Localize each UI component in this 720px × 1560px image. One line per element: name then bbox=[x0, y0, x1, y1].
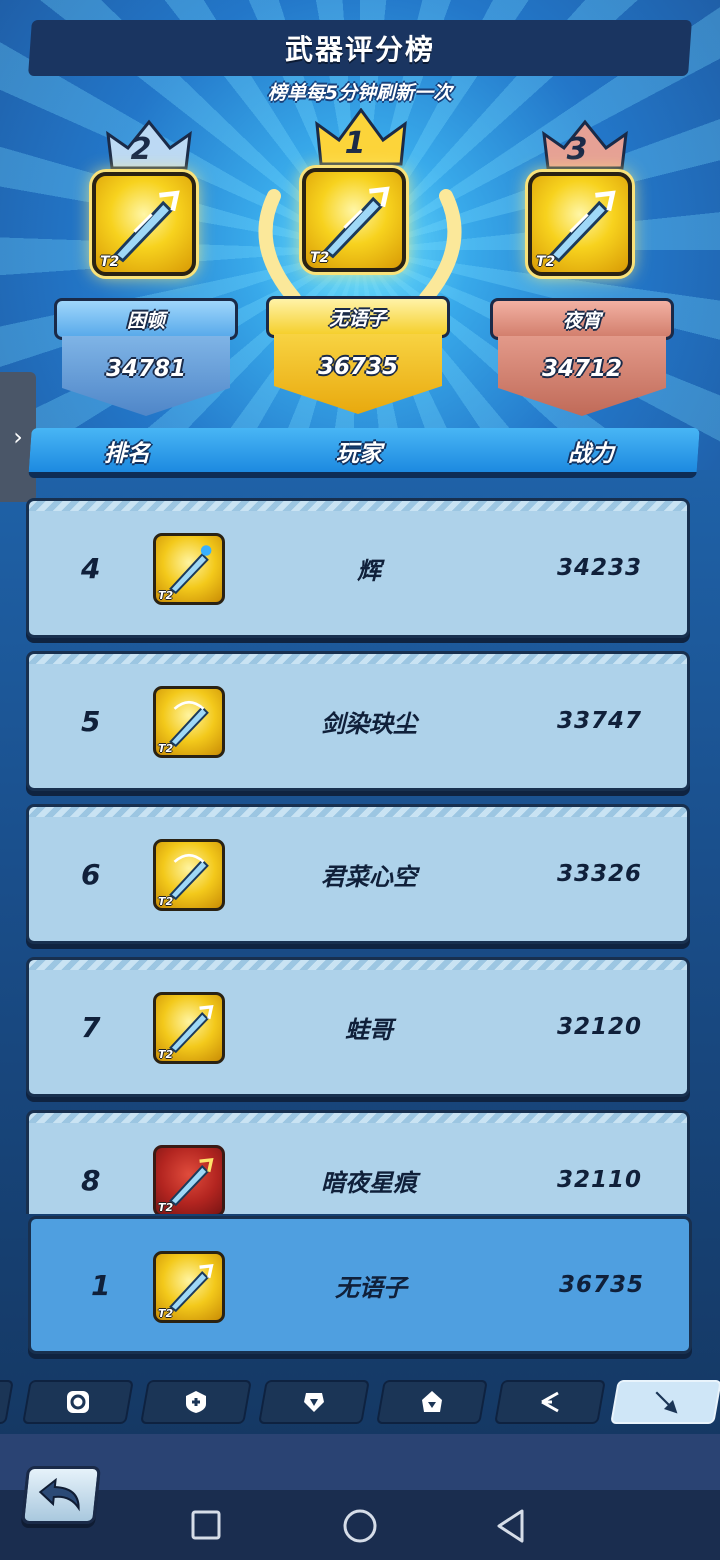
row-rank: 8 bbox=[81, 1163, 101, 1197]
tier-label: T2 bbox=[158, 1048, 174, 1061]
podium-rank-number: 2 bbox=[130, 132, 152, 167]
armor-icon bbox=[304, 1393, 324, 1412]
table-row[interactable]: 6 T2 君菜心空 33326 bbox=[26, 804, 690, 944]
row-power: 32120 bbox=[557, 1014, 643, 1040]
weapon-thumbnail: T2 bbox=[153, 839, 225, 911]
tier-label: T2 bbox=[536, 254, 556, 270]
tier-label: T2 bbox=[158, 589, 174, 602]
tab-shield-plus[interactable] bbox=[140, 1380, 252, 1424]
column-header-power: 战力 bbox=[568, 441, 614, 467]
column-header-player: 玩家 bbox=[336, 441, 382, 467]
bottom-strip bbox=[0, 1434, 720, 1490]
weapon-thumbnail: T2 bbox=[153, 533, 225, 605]
row-rank: 7 bbox=[81, 1010, 101, 1044]
back-nav-icon[interactable] bbox=[494, 1508, 528, 1544]
shield-plus-icon bbox=[186, 1391, 206, 1413]
weapon-thumbnail: T2 bbox=[153, 992, 225, 1064]
sword-icon bbox=[655, 1391, 678, 1414]
row-player-name: 剑染玦尘 bbox=[321, 709, 417, 738]
tab-partial[interactable] bbox=[0, 1380, 14, 1424]
refresh-note: 榜单每5分钟刷新一次 bbox=[267, 82, 453, 104]
row-power: 33747 bbox=[557, 708, 643, 734]
podium-rank-number: 3 bbox=[566, 132, 588, 167]
back-button[interactable] bbox=[20, 1466, 102, 1524]
row-player-name: 蛙哥 bbox=[345, 1015, 393, 1044]
tier-label: T2 bbox=[158, 1307, 174, 1320]
category-tabs bbox=[0, 1380, 720, 1426]
row-player-name: 辉 bbox=[357, 556, 381, 585]
row-power: 33326 bbox=[557, 861, 643, 887]
my-rank: 1 bbox=[91, 1268, 111, 1302]
tier-label: T2 bbox=[100, 254, 120, 270]
my-rank-row[interactable]: 1 T2 无语子 36735 bbox=[28, 1216, 692, 1354]
recents-icon[interactable] bbox=[190, 1508, 222, 1542]
table-row[interactable]: 5 T2 剑染玦尘 33747 bbox=[26, 651, 690, 791]
podium-score: 36735 bbox=[274, 334, 442, 414]
home-icon[interactable] bbox=[342, 1508, 378, 1544]
tier-label: T2 bbox=[310, 250, 330, 266]
weapon-card: T2 bbox=[528, 172, 632, 276]
tab-helmet[interactable] bbox=[376, 1380, 488, 1424]
weapon-card: T2 bbox=[92, 172, 196, 276]
title-bar: 武器评分榜 bbox=[28, 20, 692, 76]
podium-name: 无语子 bbox=[266, 296, 450, 338]
row-power: 32110 bbox=[557, 1167, 643, 1193]
weapon-thumbnail: T2 bbox=[153, 1251, 225, 1323]
podium-third[interactable]: 3 T2 夜宵 34712 bbox=[490, 112, 680, 422]
tab-armor[interactable] bbox=[258, 1380, 370, 1424]
podium-first[interactable]: 1 T2 无语子 36735 bbox=[258, 106, 462, 422]
row-player-name: 君菜心空 bbox=[321, 862, 417, 891]
chevron-right-icon: › bbox=[13, 423, 23, 451]
row-rank: 5 bbox=[81, 704, 101, 738]
tab-branch[interactable] bbox=[494, 1380, 606, 1424]
ranking-list[interactable]: 4 T2 辉 34233 5 T2 剑染玦尘 33747 6 T2 君菜心空 3… bbox=[0, 488, 720, 1214]
spiral-icon bbox=[67, 1391, 89, 1413]
weapon-thumbnail: T2 bbox=[153, 1145, 225, 1214]
podium-second[interactable]: 2 T2 困顿 34781 bbox=[54, 112, 244, 422]
my-player-name: 无语子 bbox=[335, 1273, 407, 1302]
row-player-name: 暗夜星痕 bbox=[321, 1168, 417, 1197]
tier-label: T2 bbox=[158, 895, 174, 908]
podium-name: 夜宵 bbox=[490, 298, 674, 340]
tab-spiral[interactable] bbox=[22, 1380, 134, 1424]
podium-name: 困顿 bbox=[54, 298, 238, 340]
row-power: 34233 bbox=[557, 555, 643, 581]
tab-weapon[interactable] bbox=[610, 1380, 720, 1424]
weapon-card: T2 bbox=[302, 168, 406, 272]
tier-label: T2 bbox=[158, 1201, 174, 1214]
table-row[interactable]: 8 T2 暗夜星痕 32110 bbox=[26, 1110, 690, 1214]
podium-rank-number: 1 bbox=[344, 126, 366, 161]
row-rank: 6 bbox=[81, 857, 101, 891]
podium-score: 34712 bbox=[498, 336, 666, 416]
back-arrow-icon bbox=[38, 1478, 80, 1512]
table-row[interactable]: 7 T2 蛙哥 32120 bbox=[26, 957, 690, 1097]
page-title: 武器评分榜 bbox=[284, 33, 435, 66]
helmet-icon bbox=[422, 1391, 442, 1412]
weapon-thumbnail: T2 bbox=[153, 686, 225, 758]
my-power: 36735 bbox=[559, 1272, 645, 1298]
row-rank: 4 bbox=[81, 551, 101, 585]
podium-score: 34781 bbox=[62, 336, 230, 416]
column-header-rank: 排名 bbox=[104, 441, 150, 467]
table-row[interactable]: 4 T2 辉 34233 bbox=[26, 498, 690, 638]
branch-icon bbox=[541, 1391, 559, 1413]
tier-label: T2 bbox=[158, 742, 174, 755]
